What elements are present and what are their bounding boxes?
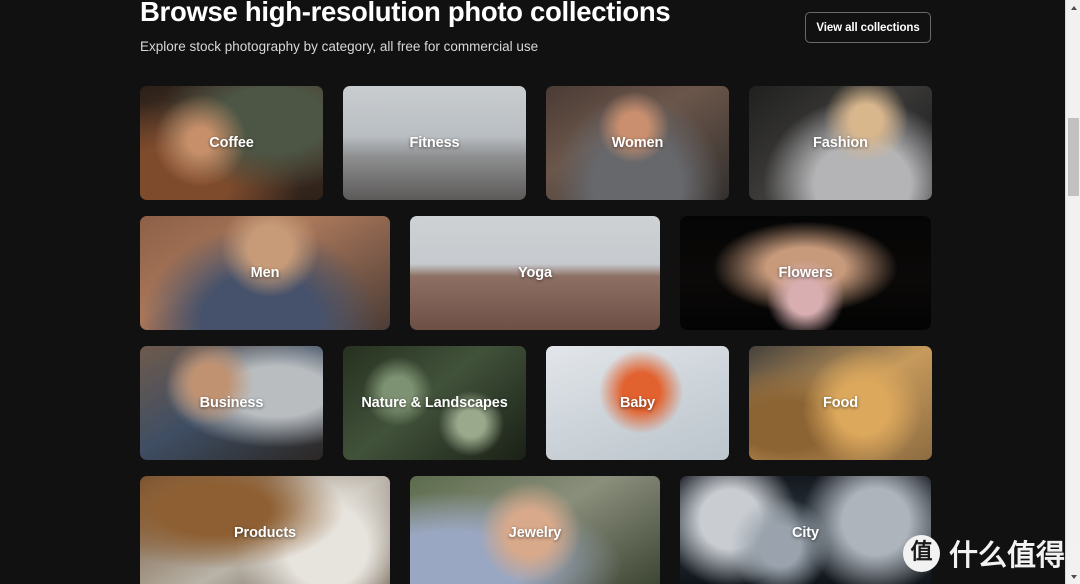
page-header: Browse high-resolution photo collections… bbox=[140, 0, 931, 56]
category-row: Coffee Fitness Women Fashion bbox=[140, 86, 932, 200]
category-tile-photo bbox=[749, 86, 932, 200]
category-tile-photo bbox=[680, 476, 931, 584]
page-subtitle: Explore stock photography by category, a… bbox=[140, 39, 539, 54]
category-tile[interactable]: Flowers bbox=[680, 216, 931, 330]
category-tile-photo bbox=[680, 216, 931, 330]
watermark: 值 什么值得买 bbox=[903, 532, 1080, 574]
view-all-collections-button[interactable]: View all collections bbox=[805, 12, 931, 43]
vertical-scrollbar[interactable] bbox=[1065, 0, 1080, 584]
category-tile-photo bbox=[546, 86, 729, 200]
category-tile-photo bbox=[140, 346, 323, 460]
category-tile[interactable]: Fashion bbox=[749, 86, 932, 200]
scrollbar-thumb[interactable] bbox=[1068, 118, 1079, 196]
category-tile-photo bbox=[140, 476, 390, 584]
category-tile-photo bbox=[140, 216, 390, 330]
category-tile-photo bbox=[140, 86, 323, 200]
category-tile[interactable]: Nature & Landscapes bbox=[343, 346, 526, 460]
page-title: Browse high-resolution photo collections bbox=[140, 0, 671, 27]
category-row: Business Nature & Landscapes Baby Food bbox=[140, 346, 932, 460]
category-row: Products Jewelry City bbox=[140, 476, 931, 584]
category-tile-photo bbox=[343, 86, 526, 200]
header-text-block: Browse high-resolution photo collections… bbox=[140, 0, 671, 56]
category-tile[interactable]: Women bbox=[546, 86, 729, 200]
category-grid: Coffee Fitness Women Fashion Men Yoga Flowers B… bbox=[140, 86, 932, 584]
category-tile-photo bbox=[410, 216, 660, 330]
category-row: Men Yoga Flowers bbox=[140, 216, 931, 330]
page-root: Browse high-resolution photo collections… bbox=[0, 0, 1080, 584]
category-tile[interactable]: City bbox=[680, 476, 931, 584]
category-tile-photo bbox=[546, 346, 729, 460]
category-tile-photo bbox=[410, 476, 660, 584]
category-tile-photo bbox=[749, 346, 932, 460]
category-tile[interactable]: Food bbox=[749, 346, 932, 460]
category-tile[interactable]: Fitness bbox=[343, 86, 526, 200]
category-tile[interactable]: Products bbox=[140, 476, 390, 584]
category-tile[interactable]: Coffee bbox=[140, 86, 323, 200]
category-tile[interactable]: Jewelry bbox=[410, 476, 660, 584]
category-tile[interactable]: Baby bbox=[546, 346, 729, 460]
category-tile[interactable]: Yoga bbox=[410, 216, 660, 330]
category-tile[interactable]: Business bbox=[140, 346, 323, 460]
watermark-text: 什么值得买 bbox=[949, 538, 1080, 572]
category-tile[interactable]: Men bbox=[140, 216, 390, 330]
category-tile-photo bbox=[343, 346, 526, 460]
scroll-up-arrow-icon[interactable] bbox=[1066, 0, 1080, 15]
watermark-logo-icon: 值 bbox=[903, 534, 940, 572]
